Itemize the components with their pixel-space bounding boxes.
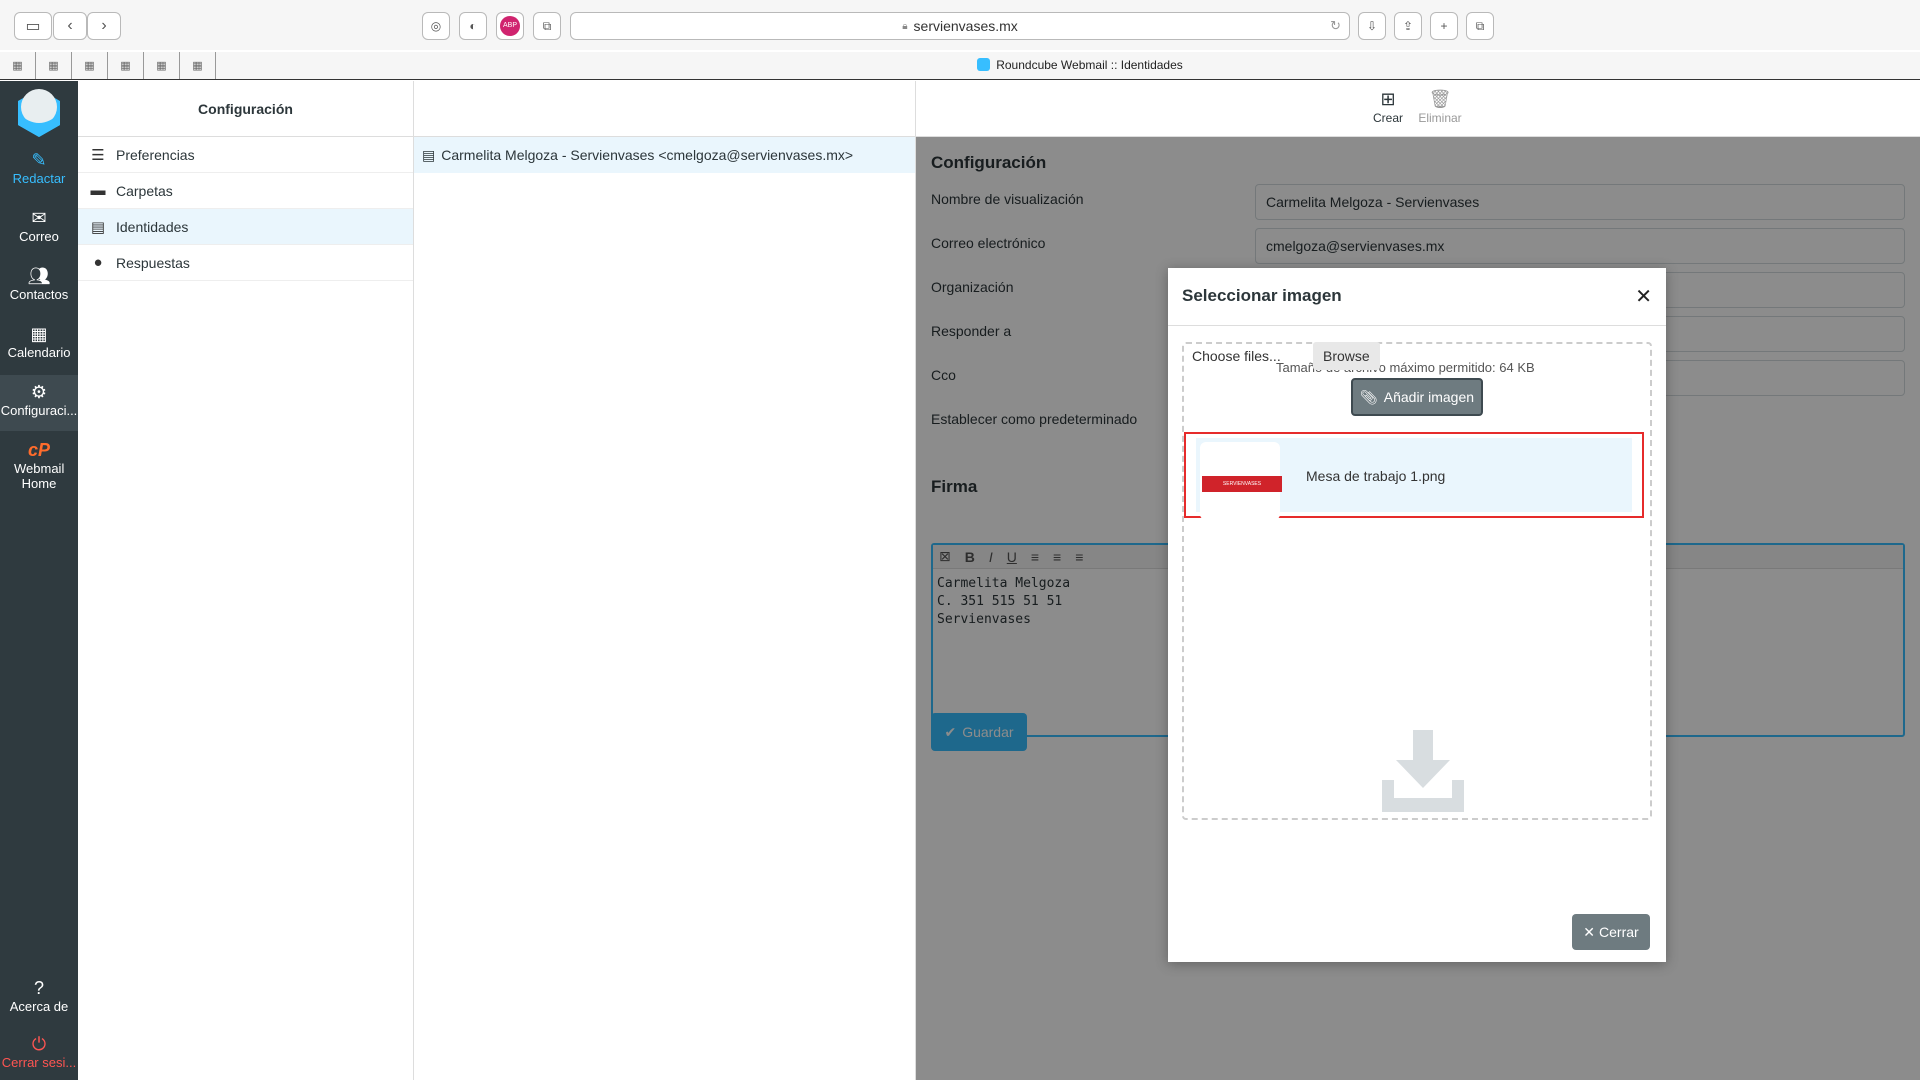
- delete-button[interactable]: 🗑︎ Eliminar: [1410, 89, 1470, 125]
- gear-icon: ⚙: [30, 382, 48, 402]
- image-thumbnail: SERVIENVASES: [1200, 442, 1282, 520]
- image-list-item[interactable]: SERVIENVASES Mesa de trabajo 1.png: [1184, 432, 1644, 520]
- close-button[interactable]: ✕ Cerrar: [1572, 914, 1650, 950]
- nav-compose[interactable]: ✎ Redactar: [0, 143, 78, 199]
- reload-icon[interactable]: ↻: [1330, 18, 1341, 34]
- image-file-name: Mesa de trabajo 1.png: [1306, 468, 1446, 484]
- select-image-dialog: Seleccionar imagen ✕ Tamaño de archivo m…: [1168, 268, 1666, 962]
- trash-icon: 🗑︎: [1428, 89, 1452, 109]
- share-icon[interactable]: ⇪: [1394, 12, 1422, 40]
- add-image-button[interactable]: 📎︎ Añadir imagen: [1351, 378, 1483, 416]
- calendar-icon: ▦: [30, 324, 48, 344]
- upload-dropzone[interactable]: Tamaño de archivo máximo permitido: 64 K…: [1182, 342, 1652, 820]
- identities-header: [414, 81, 915, 137]
- settings-header: Configuración: [78, 81, 413, 137]
- create-button[interactable]: ⊞ Crear: [1358, 89, 1418, 125]
- power-icon: ⏻: [31, 1034, 47, 1054]
- nav-calendar[interactable]: ▦ Calendario: [0, 317, 78, 373]
- forward-button[interactable]: ›: [87, 12, 121, 40]
- bookmarks-bar: ▦ ▦ ▦ ▦ ▦ ▦ Roundcube Webmail :: Identid…: [0, 52, 1920, 80]
- paperclip-icon: 📎︎: [1359, 388, 1378, 405]
- roundcube-favicon-icon: [977, 58, 991, 71]
- app-navigation: ✎ Redactar ✉ Correo 👥︎ Contactos ▦ Calen…: [0, 81, 78, 1080]
- folder-icon: ▬: [90, 182, 106, 199]
- cpanel-icon: cP: [27, 440, 51, 460]
- nav-logout[interactable]: ⏻ Cerrar sesi...: [0, 1027, 78, 1083]
- address-bar[interactable]: 🔒︎ servienvases.mx ↻: [570, 12, 1350, 40]
- mail-icon: ✉: [31, 208, 47, 228]
- id-card-icon: ▤: [422, 146, 436, 163]
- adblock-icon[interactable]: ABP: [496, 12, 524, 40]
- nav-contacts[interactable]: 👥︎ Contactos: [0, 259, 78, 315]
- nav-webmail-home[interactable]: cP Webmail Home: [0, 433, 78, 499]
- extension-green-icon[interactable]: ⧉: [533, 12, 561, 40]
- dialog-title: Seleccionar imagen: [1182, 286, 1342, 305]
- back-button[interactable]: ‹: [53, 12, 87, 40]
- nav-mail[interactable]: ✉ Correo: [0, 201, 78, 257]
- dialog-header: Seleccionar imagen ✕: [1168, 268, 1666, 326]
- settings-list-panel: Configuración ☰ Preferencias ▬ Carpetas …: [78, 81, 414, 1080]
- nav-settings[interactable]: ⚙ Configuraci...: [0, 375, 78, 431]
- new-tab-icon[interactable]: +: [1430, 12, 1458, 40]
- url-text: servienvases.mx: [913, 18, 1018, 34]
- tabs-overview-icon[interactable]: ⧉: [1466, 12, 1494, 40]
- sidebar-toggle-button[interactable]: ▭: [14, 12, 52, 40]
- download-tray-icon: [1382, 730, 1464, 812]
- sliders-icon: ☰: [91, 146, 105, 164]
- settings-item-responses[interactable]: ● Respuestas: [78, 245, 413, 281]
- identity-toolbar: ⊞ Crear 🗑︎ Eliminar: [916, 81, 1920, 137]
- close-x-icon: ✕: [1583, 923, 1596, 940]
- close-icon[interactable]: ✕: [1635, 284, 1652, 309]
- settings-item-identities[interactable]: ▤ Identidades: [78, 209, 413, 245]
- lock-icon: 🔒︎: [902, 20, 908, 32]
- identity-row[interactable]: ▤ Carmelita Melgoza - Servienvases <cmel…: [414, 137, 915, 173]
- compose-icon: ✎: [31, 150, 47, 170]
- shield-icon[interactable]: ◐: [459, 12, 487, 40]
- settings-item-preferences[interactable]: ☰ Preferencias: [78, 137, 413, 173]
- tab-title[interactable]: Roundcube Webmail :: Identidades: [0, 58, 1920, 72]
- download-icon[interactable]: ⇩: [1358, 12, 1386, 40]
- contacts-icon: 👥︎: [27, 266, 51, 286]
- comment-icon: ●: [93, 254, 103, 271]
- plus-square-icon: ⊞: [1380, 89, 1396, 109]
- browser-chrome: ▭ ‹ › ◎ ◐ ABP ⧉ 🔒︎ servienvases.mx ↻ ⇩ ⇪…: [0, 0, 1920, 50]
- identities-list-panel: ▤ Carmelita Melgoza - Servienvases <cmel…: [414, 81, 916, 1080]
- help-icon: ?: [33, 978, 44, 998]
- roundcube-logo-icon: [18, 89, 60, 137]
- id-card-icon: ▤: [90, 218, 106, 236]
- image-list-item-inner: SERVIENVASES Mesa de trabajo 1.png: [1196, 438, 1632, 520]
- nav-about[interactable]: ? Acerca de: [0, 971, 78, 1027]
- settings-item-folders[interactable]: ▬ Carpetas: [78, 173, 413, 209]
- browse-button[interactable]: Browse: [1313, 342, 1380, 370]
- extension-icon[interactable]: ◎: [422, 12, 450, 40]
- file-input[interactable]: Choose files...: [1192, 348, 1281, 364]
- thumbnail-logo: SERVIENVASES: [1202, 476, 1282, 492]
